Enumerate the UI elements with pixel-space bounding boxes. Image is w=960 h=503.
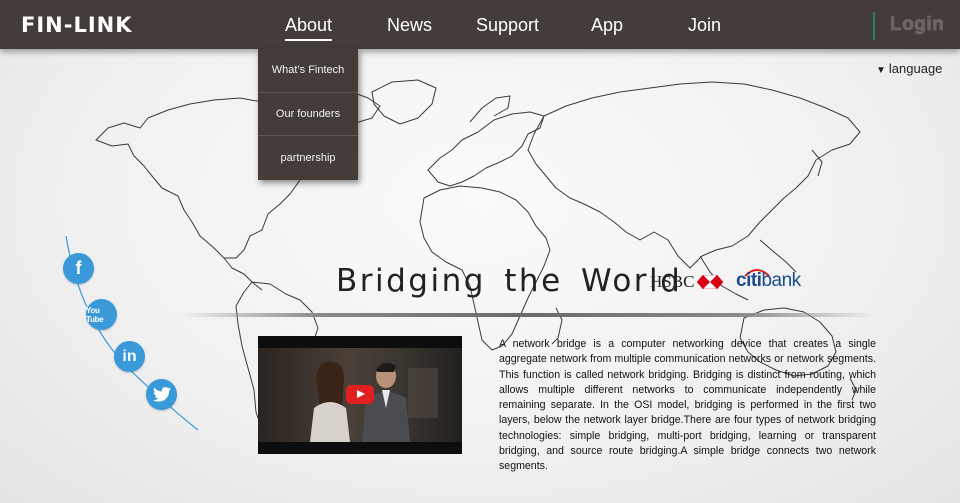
login-button[interactable]: Login bbox=[890, 14, 944, 36]
linkedin-icon[interactable]: in bbox=[114, 341, 145, 372]
menu-item-our-founders[interactable]: Our founders bbox=[258, 93, 358, 137]
hsbc-logo-text: HSBC bbox=[650, 272, 695, 291]
language-label: language bbox=[888, 61, 943, 76]
section-divider bbox=[178, 313, 878, 317]
description-text: A network bridge is a computer networkin… bbox=[499, 338, 876, 473]
login-divider bbox=[873, 12, 875, 40]
triangle-down-icon: ▼ bbox=[876, 65, 886, 76]
nav-join[interactable]: Join bbox=[688, 15, 721, 36]
youtube-icon[interactable]: You Tube bbox=[86, 299, 117, 330]
social-curve-line bbox=[65, 235, 199, 431]
hsbc-hexagon-icon bbox=[697, 275, 723, 289]
facebook-icon[interactable]: f bbox=[63, 253, 94, 284]
hero-headline: Bridging the World bbox=[336, 263, 683, 299]
nav-app[interactable]: App bbox=[591, 15, 623, 36]
nav-support[interactable]: Support bbox=[476, 15, 539, 36]
play-icon[interactable] bbox=[346, 385, 374, 404]
about-dropdown-menu: What’s Fintech Our founders partnership bbox=[258, 49, 358, 180]
video-player[interactable] bbox=[258, 336, 462, 454]
menu-item-whats-fintech[interactable]: What’s Fintech bbox=[258, 49, 358, 93]
twitter-bird-icon[interactable] bbox=[146, 379, 177, 410]
bank-text: bank bbox=[761, 270, 801, 291]
citi-text: citi bbox=[736, 270, 762, 291]
language-selector[interactable]: ▼ language bbox=[876, 61, 942, 76]
nav-about[interactable]: About bbox=[285, 15, 333, 41]
citibank-logo: citibank bbox=[736, 270, 801, 292]
nav-news[interactable]: News bbox=[387, 15, 432, 36]
menu-item-partnership[interactable]: partnership bbox=[258, 136, 358, 180]
